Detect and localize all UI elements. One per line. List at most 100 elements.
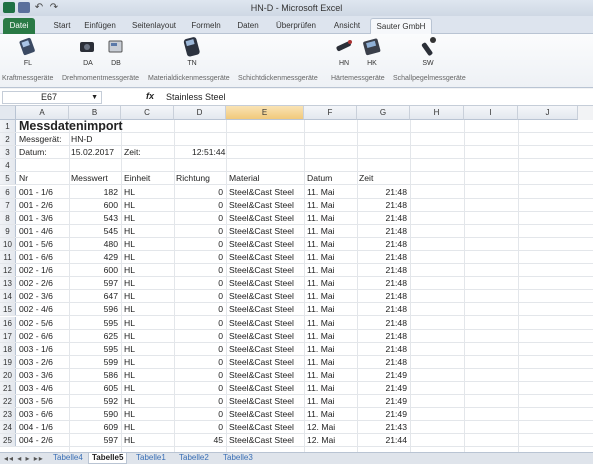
row-number[interactable]: 18 (0, 342, 16, 355)
cell-datum[interactable]: 11. Mai (307, 369, 357, 381)
cell-datum[interactable]: 11. Mai (307, 343, 357, 355)
cell-datum[interactable]: 11. Mai (307, 303, 357, 315)
row-number[interactable]: 15 (0, 303, 16, 316)
cell-nr[interactable]: 004 - 2/6 (19, 434, 69, 446)
cell-einheit[interactable]: HL (124, 225, 174, 237)
cell-einheit[interactable]: HL (124, 330, 174, 342)
cell-nr[interactable]: 003 - 5/6 (19, 395, 69, 407)
cell-messwert[interactable]: 596 (69, 303, 118, 315)
cell-datum[interactable]: 11. Mai (307, 395, 357, 407)
cell-einheit[interactable]: HL (124, 290, 174, 302)
cell-richtung[interactable]: 0 (174, 264, 223, 276)
cell-zeit[interactable]: 21:49 (357, 369, 407, 381)
cell-einheit[interactable]: HL (124, 434, 174, 446)
cell-nr[interactable]: 002 - 4/6 (19, 303, 69, 315)
column-header-f[interactable]: F (304, 106, 357, 120)
cell-richtung[interactable]: 0 (174, 369, 223, 381)
ribbon-button-db[interactable]: DB (104, 36, 128, 67)
cell-datum[interactable]: 11. Mai (307, 382, 357, 394)
cell-datum[interactable]: 12. Mai (307, 434, 357, 446)
cell-messwert[interactable]: 182 (69, 186, 118, 198)
row-number[interactable]: 21 (0, 382, 16, 395)
cell-einheit[interactable]: HL (124, 186, 174, 198)
tab-seitenlayout[interactable]: Seitenlayout (125, 18, 183, 34)
row-number[interactable]: 4 (0, 159, 16, 172)
cell-zeit[interactable]: 21:49 (357, 408, 407, 420)
cell-richtung[interactable]: 0 (174, 330, 223, 342)
cell-messwert[interactable]: 600 (69, 264, 118, 276)
ribbon-button-fl[interactable]: FL (16, 36, 40, 67)
cell-datum[interactable]: 11. Mai (307, 264, 357, 276)
row-number[interactable]: 17 (0, 329, 16, 342)
cell-datum[interactable]: 11. Mai (307, 408, 357, 420)
cell-material[interactable]: Steel&Cast Steel (229, 421, 304, 433)
cell-datum[interactable]: 11. Mai (307, 212, 357, 224)
select-all-corner[interactable] (0, 106, 16, 120)
row-number[interactable]: 1 (0, 120, 16, 133)
row-number[interactable]: 10 (0, 237, 16, 250)
cell-material[interactable]: Steel&Cast Steel (229, 369, 304, 381)
cell-messwert[interactable]: 429 (69, 251, 118, 263)
cell-zeit[interactable]: 21:48 (357, 277, 407, 289)
function-icon[interactable]: fx (146, 91, 154, 101)
cell-zeit[interactable]: 21:48 (357, 290, 407, 302)
cell-material[interactable]: Steel&Cast Steel (229, 343, 304, 355)
cell-material[interactable]: Steel&Cast Steel (229, 382, 304, 394)
cell-richtung[interactable]: 0 (174, 343, 223, 355)
ribbon-button-hk[interactable]: HK (360, 36, 384, 67)
ribbon-button-hn[interactable]: HN (332, 36, 356, 67)
cell-datum[interactable]: 11. Mai (307, 238, 357, 250)
cell-datum[interactable]: 11. Mai (307, 186, 357, 198)
row-number[interactable]: 5 (0, 172, 16, 185)
cell-richtung[interactable]: 0 (174, 317, 223, 329)
row-number[interactable]: 8 (0, 211, 16, 224)
cell-einheit[interactable]: HL (124, 369, 174, 381)
cell-zeit[interactable]: 21:44 (357, 434, 407, 446)
cell-einheit[interactable]: HL (124, 421, 174, 433)
cell-einheit[interactable]: HL (124, 264, 174, 276)
cell-zeit[interactable]: 21:48 (357, 238, 407, 250)
cell-messwert[interactable]: 590 (69, 408, 118, 420)
cell-einheit[interactable]: HL (124, 356, 174, 368)
column-header-i[interactable]: I (464, 106, 518, 120)
cell-datum[interactable]: 12. Mai (307, 421, 357, 433)
row-number[interactable]: 13 (0, 277, 16, 290)
cell-nr[interactable]: 003 - 3/6 (19, 369, 69, 381)
cell-nr[interactable]: 002 - 5/6 (19, 317, 69, 329)
cell-richtung[interactable]: 0 (174, 238, 223, 250)
column-header-j[interactable]: J (518, 106, 578, 120)
cell-nr[interactable]: 001 - 4/6 (19, 225, 69, 237)
cell-richtung[interactable]: 0 (174, 251, 223, 263)
row-number[interactable]: 25 (0, 434, 16, 447)
row-number[interactable]: 11 (0, 251, 16, 264)
ribbon-button-sw[interactable]: SW (416, 36, 440, 67)
cell-einheit[interactable]: HL (124, 199, 174, 211)
cell-messwert[interactable]: 597 (69, 434, 118, 446)
cell-richtung[interactable]: 0 (174, 421, 223, 433)
cell-einheit[interactable]: HL (124, 303, 174, 315)
cell-material[interactable]: Steel&Cast Steel (229, 303, 304, 315)
row-number[interactable]: 6 (0, 185, 16, 198)
cell-zeit[interactable]: 21:48 (357, 225, 407, 237)
tab-ueberpruefen[interactable]: Überprüfen (270, 18, 322, 34)
cell-messwert[interactable]: 545 (69, 225, 118, 237)
row-number[interactable]: 20 (0, 368, 16, 381)
cell-zeit[interactable]: 21:48 (357, 356, 407, 368)
sheet-tab-tabelle3[interactable]: Tabelle3 (220, 453, 256, 464)
cell-material[interactable]: Steel&Cast Steel (229, 212, 304, 224)
cell-richtung[interactable]: 0 (174, 212, 223, 224)
cell-einheit[interactable]: HL (124, 343, 174, 355)
cell-einheit[interactable]: HL (124, 408, 174, 420)
column-header-g[interactable]: G (357, 106, 410, 120)
cell-einheit[interactable]: HL (124, 251, 174, 263)
ribbon-button-tn[interactable]: TN (180, 36, 204, 67)
cell-nr[interactable]: 001 - 2/6 (19, 199, 69, 211)
cell-messwert[interactable]: 609 (69, 421, 118, 433)
sheet-tab-tabelle1[interactable]: Tabelle1 (133, 453, 169, 464)
cell-nr[interactable]: 001 - 6/6 (19, 251, 69, 263)
row-number[interactable]: 14 (0, 290, 16, 303)
cell-material[interactable]: Steel&Cast Steel (229, 290, 304, 302)
cell-zeit[interactable]: 21:48 (357, 212, 407, 224)
cell-zeit[interactable]: 21:48 (357, 264, 407, 276)
cell-nr[interactable]: 002 - 2/6 (19, 277, 69, 289)
